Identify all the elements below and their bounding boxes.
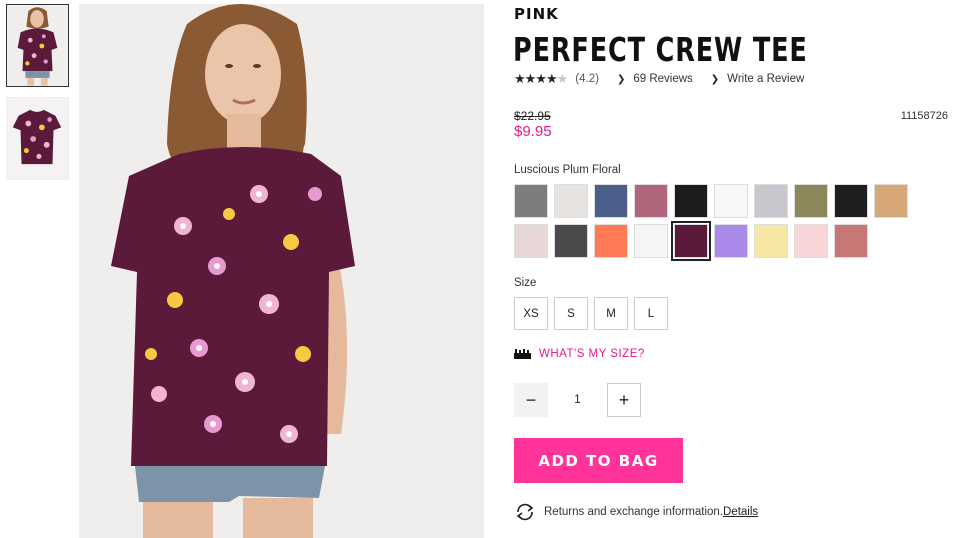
- model-photo-thumbnail-icon: [7, 5, 68, 86]
- selected-color-name: Luscious Plum Floral: [514, 164, 621, 176]
- color-swatch[interactable]: [554, 184, 588, 218]
- add-to-bag-button[interactable]: ADD TO BAG: [514, 438, 683, 483]
- size-guide-link[interactable]: WHAT'S MY SIZE?: [514, 348, 645, 360]
- color-swatch[interactable]: [834, 184, 868, 218]
- color-swatch[interactable]: [874, 184, 908, 218]
- thumbnail-model-photo[interactable]: [6, 4, 69, 87]
- color-swatch[interactable]: [634, 184, 668, 218]
- color-swatch[interactable]: [754, 224, 788, 258]
- product-title: PERFECT CREW TEE: [513, 30, 808, 69]
- returns-info: Returns and exchange information.Details: [514, 503, 758, 521]
- thumbnail-flat-tee[interactable]: [6, 97, 69, 180]
- color-swatch[interactable]: [674, 184, 708, 218]
- minus-icon: −: [525, 389, 537, 410]
- color-swatch[interactable]: [794, 184, 828, 218]
- ruler-icon: [514, 349, 531, 359]
- reviews-link[interactable]: 69 Reviews: [633, 73, 692, 85]
- quantity-stepper: − 1 +: [514, 383, 641, 417]
- size-options: XS S M L: [514, 297, 668, 330]
- product-sku: 11158726: [900, 110, 948, 122]
- color-swatch-grid: [514, 184, 914, 261]
- size-label: Size: [514, 277, 537, 289]
- rating-row: ★★★★★ (4.2) ❯ 69 Reviews ❯ Write a Revie…: [514, 71, 804, 87]
- sale-price: $9.95: [514, 123, 552, 140]
- original-price: $22.95: [514, 109, 551, 123]
- color-swatch[interactable]: [754, 184, 788, 218]
- quantity-value[interactable]: 1: [548, 394, 607, 406]
- color-swatch[interactable]: [671, 221, 711, 261]
- rating-value: (4.2): [575, 73, 599, 85]
- chevron-right-icon: ❯: [616, 73, 626, 85]
- chevron-right-icon: ❯: [710, 73, 720, 85]
- returns-details-link[interactable]: Details: [723, 506, 758, 518]
- color-swatch[interactable]: [714, 224, 748, 258]
- color-swatch[interactable]: [594, 184, 628, 218]
- main-product-image[interactable]: [79, 4, 484, 538]
- write-review-link[interactable]: Write a Review: [727, 73, 804, 85]
- size-guide-label: WHAT'S MY SIZE?: [539, 348, 645, 360]
- color-swatch[interactable]: [514, 224, 548, 258]
- flat-tee-thumbnail-icon: [7, 98, 68, 179]
- size-option-l[interactable]: L: [634, 297, 668, 330]
- color-swatch[interactable]: [634, 224, 668, 258]
- returns-text: Returns and exchange information.Details: [544, 506, 758, 518]
- color-swatch[interactable]: [794, 224, 828, 258]
- size-option-m[interactable]: M: [594, 297, 628, 330]
- brand-name: PINK: [514, 5, 559, 23]
- color-swatch[interactable]: [834, 224, 868, 258]
- model-wearing-floral-tee-icon: [79, 4, 484, 538]
- star-rating-icon: ★★★★★: [514, 71, 568, 86]
- quantity-increase-button[interactable]: +: [607, 383, 641, 417]
- color-swatch[interactable]: [514, 184, 548, 218]
- size-option-s[interactable]: S: [554, 297, 588, 330]
- plus-icon: +: [618, 389, 630, 410]
- exchange-arrows-icon: [516, 503, 534, 521]
- quantity-decrease-button[interactable]: −: [514, 383, 548, 417]
- returns-label: Returns and exchange information.: [544, 506, 723, 518]
- size-option-xs[interactable]: XS: [514, 297, 548, 330]
- color-swatch[interactable]: [714, 184, 748, 218]
- color-swatch[interactable]: [594, 224, 628, 258]
- color-swatch[interactable]: [554, 224, 588, 258]
